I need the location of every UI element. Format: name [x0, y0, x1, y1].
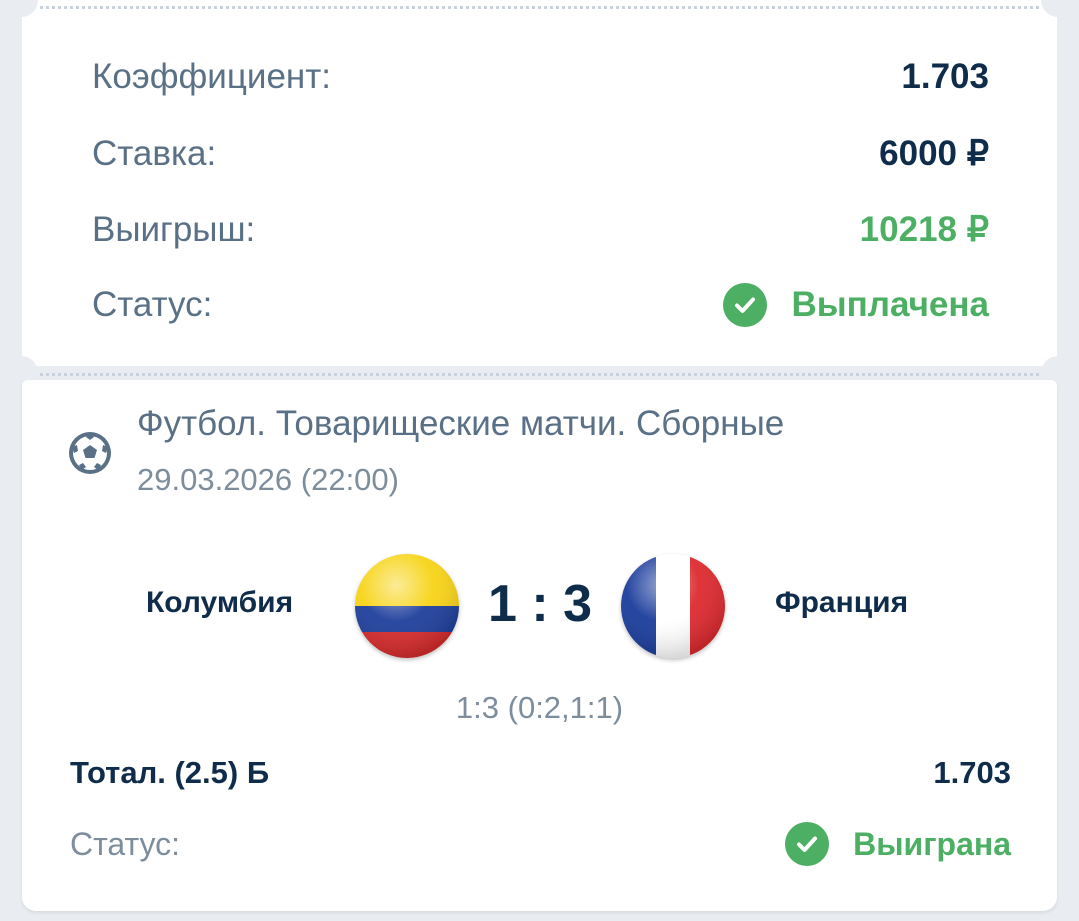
bet-status-row: Статус: Выиграна: [70, 822, 1011, 866]
win-label: Выигрыш:: [92, 210, 256, 249]
event-datetime: 29.03.2026 (22:00): [137, 462, 399, 497]
coefficient-value: 1.703: [901, 57, 989, 96]
event-title: Футбол. Товарищеские матчи. Сборные: [137, 404, 785, 443]
status-indicator: Выплачена: [723, 283, 989, 327]
check-circle-icon: [785, 822, 830, 866]
coefficient-label: Коэффициент:: [92, 57, 332, 96]
ticket-divider-top: [40, 6, 1039, 9]
coefficient-row: Коэффициент: 1.703: [92, 52, 989, 102]
stake-row: Ставка: 6000 ₽: [92, 129, 989, 179]
away-team-name: Франция: [775, 586, 909, 619]
bet-market: Тотал. (2.5) Б: [70, 755, 270, 790]
stake-value: 6000 ₽: [879, 134, 989, 173]
colombia-flag-icon: [355, 554, 459, 658]
bet-summary-card: Коэффициент: 1.703 Ставка: 6000 ₽ Выигры…: [22, 0, 1057, 366]
status-row: Статус: Выплачена: [92, 280, 989, 330]
check-circle-icon: [723, 283, 768, 327]
soccer-ball-icon: [69, 432, 111, 474]
france-flag-icon: [621, 554, 725, 658]
win-row: Выигрыш: 10218 ₽: [92, 205, 989, 255]
bet-status-label: Статус:: [70, 825, 181, 862]
status-value: Выплачена: [791, 285, 989, 324]
stake-label: Ставка:: [92, 134, 217, 173]
status-label: Статус:: [92, 285, 213, 324]
period-scores: 1:3 (0:2,1:1): [455, 690, 624, 725]
bet-coefficient: 1.703: [933, 755, 1011, 790]
bet-status-value: Выиграна: [853, 825, 1011, 862]
home-team-name: Колумбия: [146, 586, 294, 619]
win-value: 10218 ₽: [859, 210, 989, 249]
bet-market-row: Тотал. (2.5) Б 1.703: [70, 755, 1011, 791]
bet-status-indicator: Выиграна: [785, 822, 1011, 866]
match-score: 1 : 3: [487, 575, 593, 633]
ticket-divider: [40, 373, 1039, 376]
